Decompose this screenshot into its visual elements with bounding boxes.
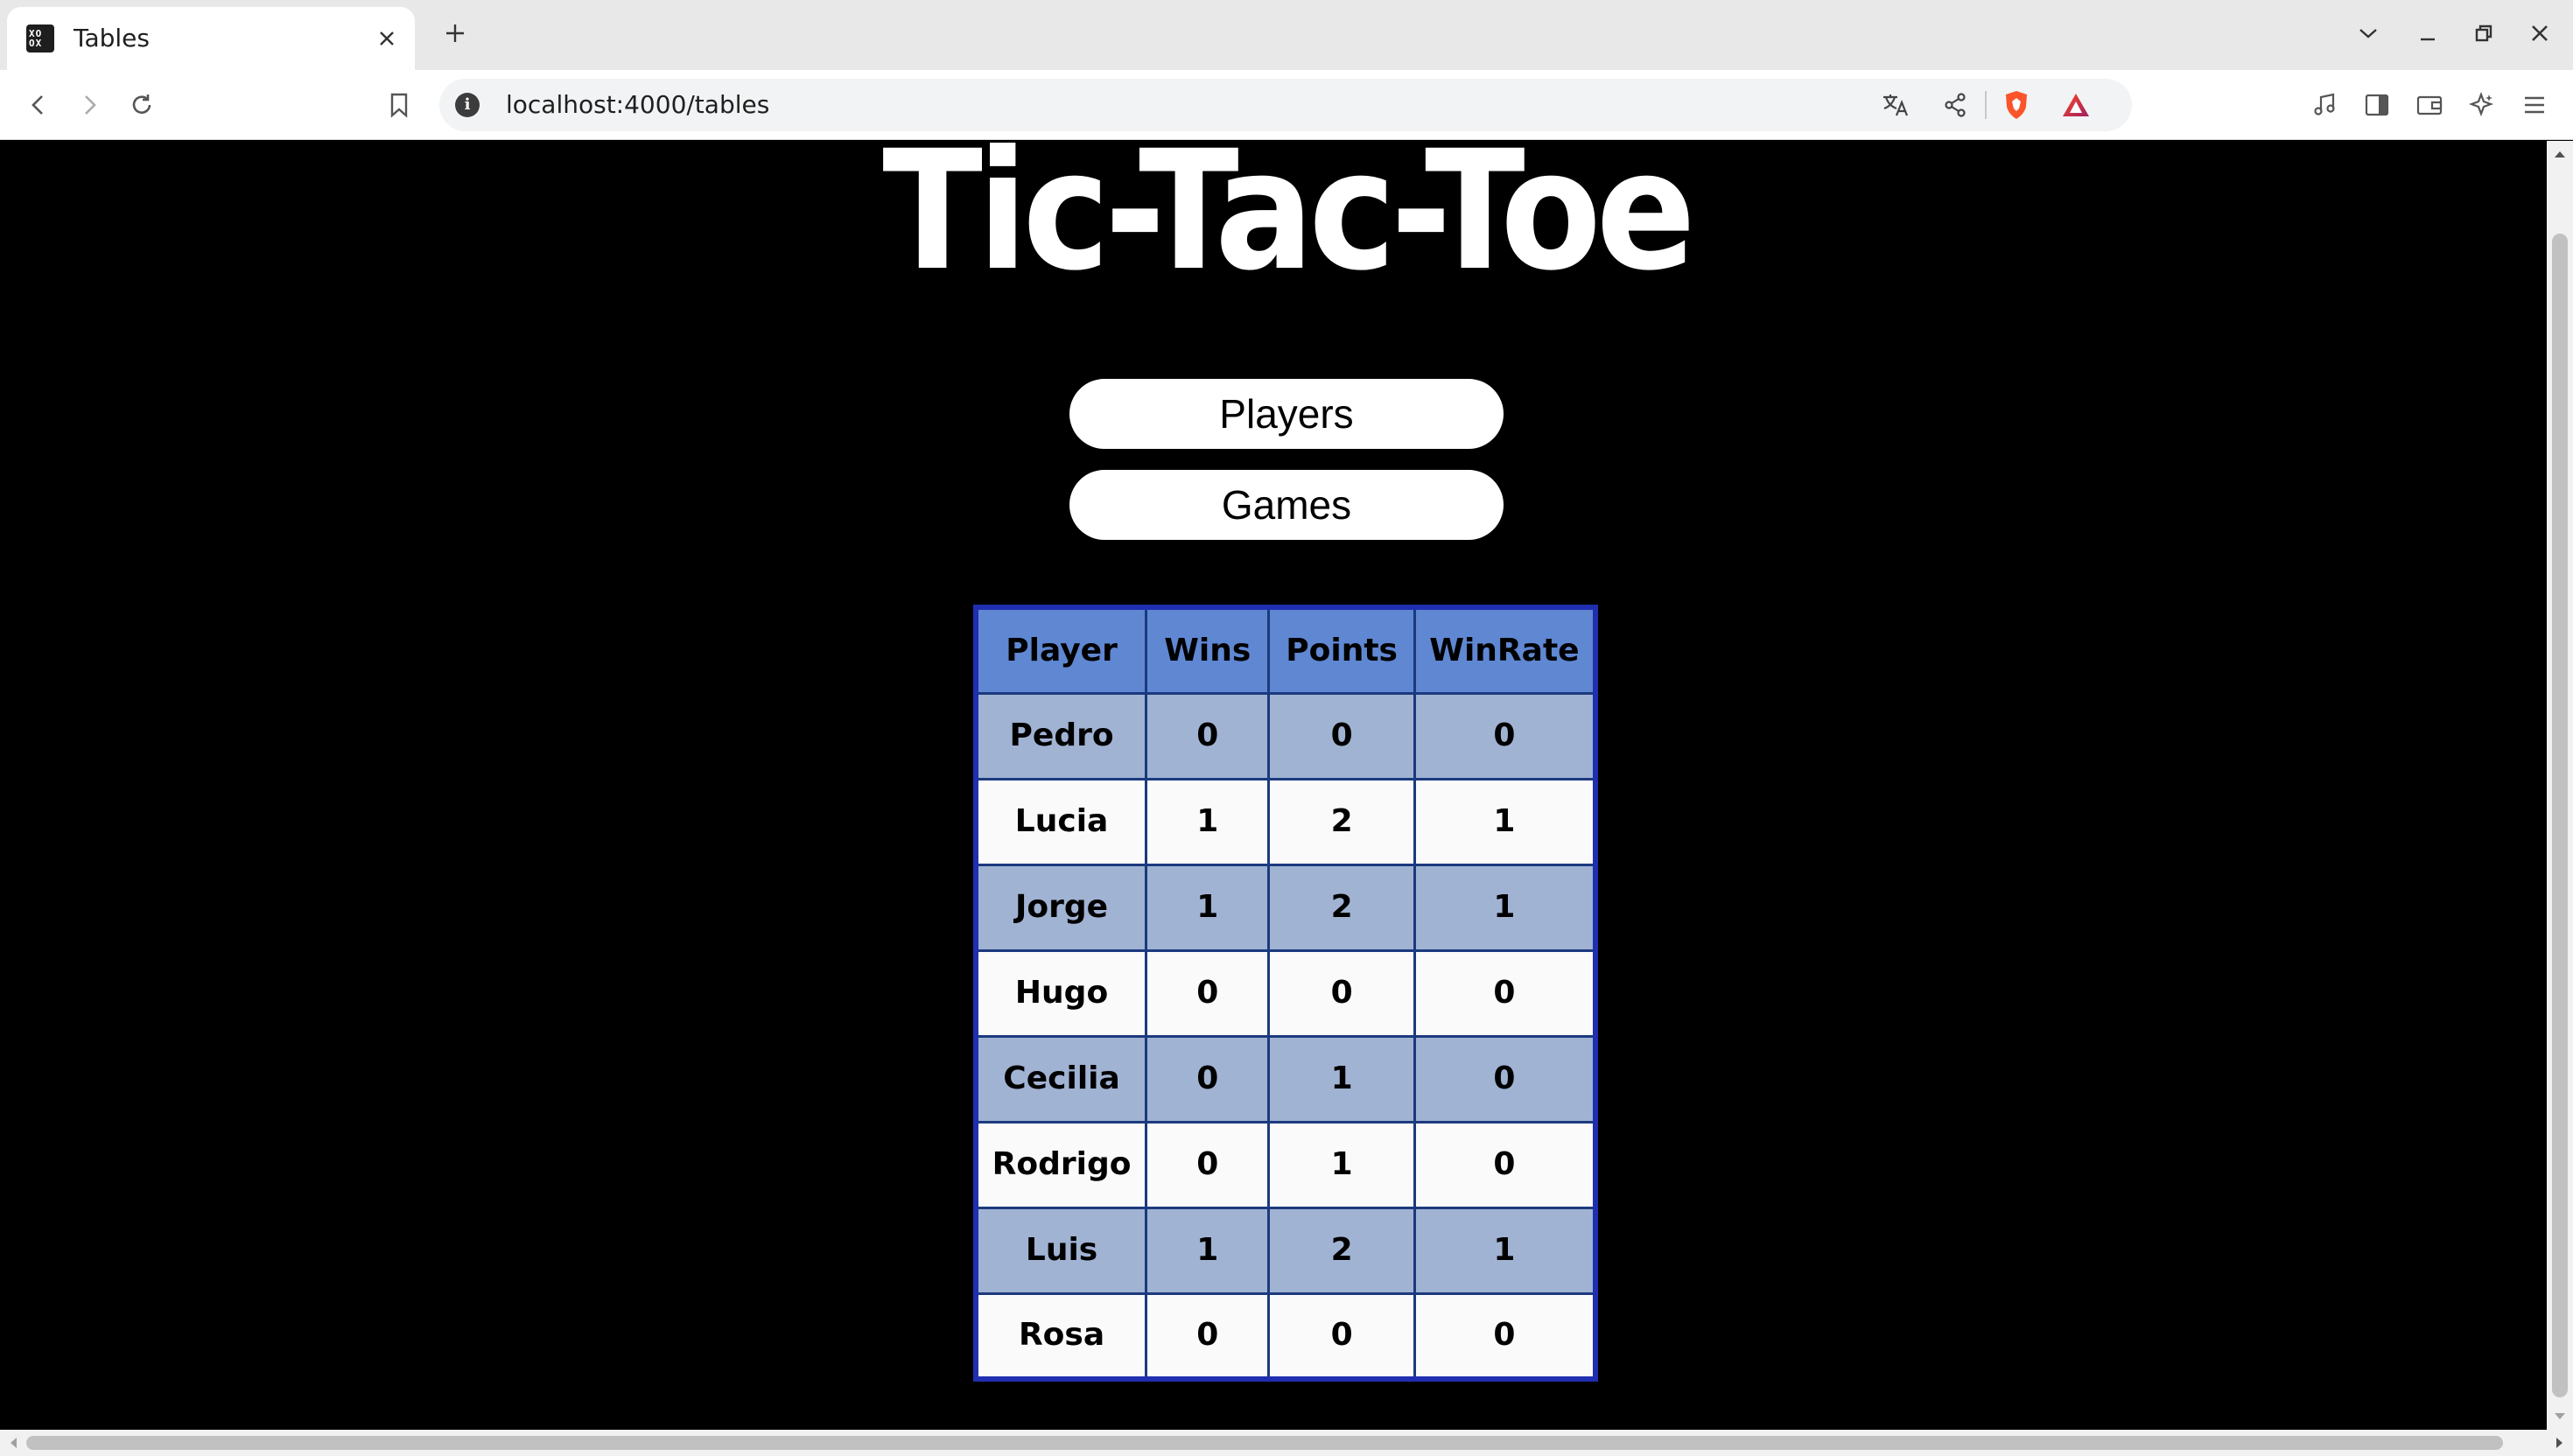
cell-wins: 1 bbox=[1145, 777, 1271, 866]
cell-wins: 0 bbox=[1145, 1034, 1271, 1124]
browser-toolbar: i localhost:4000/tables bbox=[0, 70, 2573, 140]
cell-points: 2 bbox=[1267, 863, 1416, 952]
players-button[interactable]: Players bbox=[1068, 377, 1505, 451]
cell-winrate: 1 bbox=[1413, 777, 1597, 866]
games-button[interactable]: Games bbox=[1068, 468, 1505, 542]
table-row: Pedro 0 0 0 bbox=[974, 691, 1597, 780]
cell-winrate: 0 bbox=[1413, 1120, 1597, 1209]
site-info-icon[interactable]: i bbox=[455, 93, 480, 117]
header-player: Player bbox=[974, 606, 1148, 695]
players-stats-table: Player Wins Points WinRate Pedro 0 0 0 L… bbox=[973, 605, 1598, 1382]
close-window-icon[interactable] bbox=[2522, 16, 2557, 51]
cell-winrate: 1 bbox=[1413, 863, 1597, 952]
tab-tables[interactable]: XO OX Tables bbox=[7, 7, 415, 70]
table-row: Hugo 0 0 0 bbox=[974, 948, 1597, 1038]
cell-points: 2 bbox=[1267, 1206, 1416, 1295]
omnibox-divider bbox=[1985, 91, 1987, 119]
cell-player: Hugo bbox=[974, 948, 1148, 1038]
cell-winrate: 0 bbox=[1413, 691, 1597, 780]
cell-winrate: 1 bbox=[1413, 1206, 1597, 1295]
share-icon[interactable] bbox=[1938, 88, 1973, 122]
cell-points: 0 bbox=[1267, 1292, 1416, 1381]
cell-winrate: 0 bbox=[1413, 1034, 1597, 1124]
browser-window: XO OX Tables i localhost:4000/tables Tic… bbox=[0, 0, 2573, 1456]
menu-icon[interactable] bbox=[2515, 86, 2554, 124]
cell-winrate: 0 bbox=[1413, 948, 1597, 1038]
cell-player: Luis bbox=[974, 1206, 1148, 1295]
sidebar-icon[interactable] bbox=[2358, 86, 2396, 124]
tab-strip: XO OX Tables bbox=[0, 0, 2573, 70]
cell-player: Rosa bbox=[974, 1292, 1148, 1381]
scroll-left-arrow-icon[interactable] bbox=[0, 1430, 26, 1456]
tab-search-chevron-down-icon[interactable] bbox=[2351, 16, 2386, 51]
forward-icon[interactable] bbox=[70, 86, 109, 124]
wallet-icon[interactable] bbox=[2410, 86, 2449, 124]
scroll-down-arrow-icon[interactable] bbox=[2547, 1404, 2573, 1430]
cell-player: Jorge bbox=[974, 863, 1148, 952]
table-row: Jorge 1 2 1 bbox=[974, 863, 1597, 952]
vertical-scroll-thumb[interactable] bbox=[2552, 234, 2568, 1397]
tab-title: Tables bbox=[74, 24, 150, 52]
leo-ai-icon[interactable] bbox=[2463, 86, 2501, 124]
scroll-up-arrow-icon[interactable] bbox=[2547, 141, 2573, 167]
table-row: Cecilia 0 1 0 bbox=[974, 1034, 1597, 1124]
cell-wins: 0 bbox=[1145, 691, 1271, 780]
horizontal-scrollbar[interactable] bbox=[0, 1430, 2573, 1456]
table-row: Luis 1 2 1 bbox=[974, 1206, 1597, 1295]
close-tab-icon[interactable] bbox=[371, 23, 403, 54]
brave-shields-icon[interactable] bbox=[1999, 88, 2034, 122]
header-wins: Wins bbox=[1145, 606, 1271, 695]
scroll-right-arrow-icon[interactable] bbox=[2547, 1430, 2573, 1456]
header-points: Points bbox=[1267, 606, 1416, 695]
table-row: Rodrigo 0 1 0 bbox=[974, 1120, 1597, 1209]
new-tab-icon[interactable] bbox=[438, 16, 473, 51]
cell-points: 2 bbox=[1267, 777, 1416, 866]
header-winrate: WinRate bbox=[1413, 606, 1597, 695]
cell-wins: 0 bbox=[1145, 948, 1271, 1038]
table-row: Lucia 1 2 1 bbox=[974, 777, 1597, 866]
tic-tac-toe-favicon-icon: XO OX bbox=[26, 24, 54, 52]
back-icon[interactable] bbox=[19, 86, 58, 124]
cell-points: 0 bbox=[1267, 948, 1416, 1038]
translate-icon[interactable] bbox=[1878, 88, 1913, 122]
page-title: Tic-Tac-Toe bbox=[882, 141, 1695, 307]
url-text[interactable]: localhost:4000/tables bbox=[506, 91, 769, 119]
cell-wins: 1 bbox=[1145, 863, 1271, 952]
horizontal-scroll-thumb[interactable] bbox=[26, 1436, 2503, 1450]
cell-wins: 1 bbox=[1145, 1206, 1271, 1295]
cell-player: Rodrigo bbox=[974, 1120, 1148, 1209]
reload-icon[interactable] bbox=[123, 86, 161, 124]
brave-rewards-icon[interactable] bbox=[2058, 88, 2093, 122]
address-bar[interactable]: i localhost:4000/tables bbox=[439, 79, 2132, 131]
page-viewport: Tic-Tac-Toe Players Games Player Wins Po… bbox=[0, 141, 2547, 1430]
cell-points: 1 bbox=[1267, 1034, 1416, 1124]
cell-points: 1 bbox=[1267, 1120, 1416, 1209]
minimize-icon[interactable] bbox=[2410, 16, 2445, 51]
cell-wins: 0 bbox=[1145, 1120, 1271, 1209]
restore-icon[interactable] bbox=[2466, 16, 2501, 51]
cell-points: 0 bbox=[1267, 691, 1416, 780]
table-row: Rosa 0 0 0 bbox=[974, 1292, 1597, 1381]
cell-winrate: 0 bbox=[1413, 1292, 1597, 1381]
cell-player: Lucia bbox=[974, 777, 1148, 866]
cell-wins: 0 bbox=[1145, 1292, 1271, 1381]
media-icon[interactable] bbox=[2305, 86, 2344, 124]
cell-player: Pedro bbox=[974, 691, 1148, 780]
table-header-row: Player Wins Points WinRate bbox=[974, 606, 1597, 695]
cell-player: Cecilia bbox=[974, 1034, 1148, 1124]
bookmark-icon[interactable] bbox=[380, 86, 418, 124]
vertical-scrollbar[interactable] bbox=[2547, 141, 2573, 1430]
